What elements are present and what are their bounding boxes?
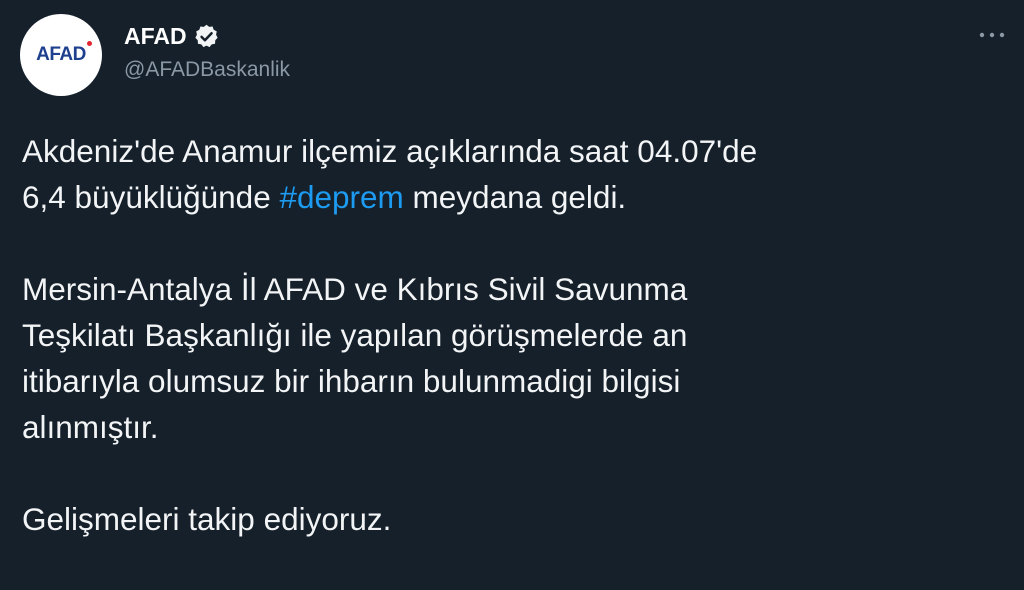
logo-dot bbox=[86, 41, 92, 46]
tweet-line: itibarıyla olumsuz bir ihbarın bulunmadi… bbox=[22, 363, 681, 399]
afad-logo-text: AFAD bbox=[36, 44, 86, 65]
tweet-line: Teşkilatı Başkanlığı ile yapılan görüşme… bbox=[22, 317, 688, 353]
more-options-icon[interactable] bbox=[972, 20, 1012, 50]
tweet-card: AFAD AFAD @AFADBaskanlik Akdeniz'de Anam… bbox=[0, 0, 1024, 590]
tweet-line: 6,4 büyüklüğünde #deprem meydana geldi. bbox=[22, 174, 1007, 220]
tweet-text: Akdeniz'de Anamur ilçemiz açıklarında sa… bbox=[22, 128, 1007, 542]
author-handle[interactable]: @AFADBaskanlik bbox=[124, 58, 290, 82]
author-display-name[interactable]: AFAD bbox=[124, 23, 187, 50]
tweet-text-segment: 6,4 büyüklüğünde bbox=[22, 179, 280, 215]
afad-logo: AFAD bbox=[36, 41, 92, 66]
verified-badge-icon bbox=[193, 23, 220, 50]
tweet-text-segment: meydana geldi. bbox=[403, 179, 627, 215]
tweet-line: Gelişmeleri takip ediyoruz. bbox=[22, 501, 392, 537]
tweet-line: Akdeniz'de Anamur ilçemiz açıklarında sa… bbox=[22, 133, 758, 169]
author-name-row: AFAD bbox=[124, 20, 220, 52]
tweet-line: alınmıştır. bbox=[22, 409, 159, 445]
tweet-line: Mersin-Antalya İl AFAD ve Kıbrıs Sivil S… bbox=[22, 271, 688, 307]
avatar[interactable]: AFAD bbox=[20, 14, 102, 96]
hashtag-link[interactable]: #deprem bbox=[279, 179, 403, 215]
